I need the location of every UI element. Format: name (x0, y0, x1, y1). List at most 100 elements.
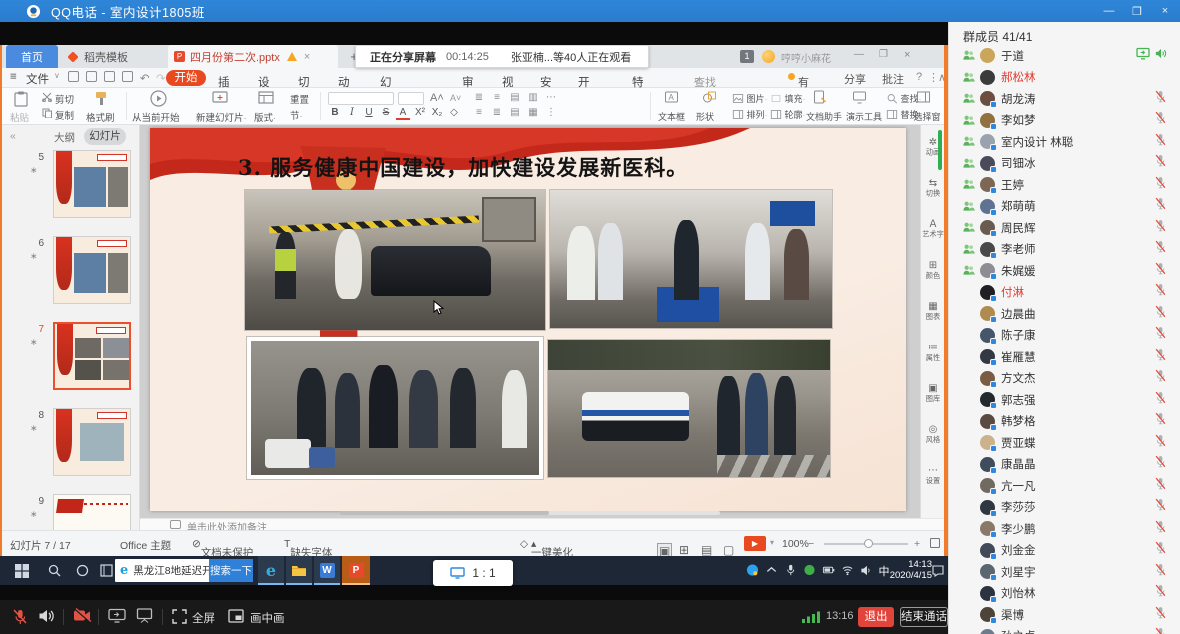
present-label[interactable]: 演示工具 (846, 110, 882, 123)
start-button[interactable] (6, 556, 38, 585)
cortana-icon[interactable] (68, 556, 96, 585)
mic-muted-icon[interactable] (12, 608, 28, 625)
redo-icon[interactable]: ↷ (156, 71, 166, 85)
member-row[interactable]: 渠博 (949, 604, 1180, 626)
member-row[interactable]: 刘怡林 (949, 583, 1180, 605)
zoom-out-icon[interactable]: − (808, 538, 814, 550)
mic-muted-icon[interactable] (1154, 262, 1167, 280)
fullscreen-icon[interactable] (172, 609, 187, 624)
speaker-icon[interactable] (38, 608, 55, 624)
member-row[interactable]: 边晨曲 (949, 303, 1180, 325)
member-row[interactable]: 韩梦格 (949, 411, 1180, 433)
quick-access-icons[interactable] (68, 71, 140, 83)
para-icon-bottom-2[interactable]: ▤ (508, 107, 522, 118)
side-tool-图表[interactable]: ▦图表 (921, 301, 944, 321)
member-row[interactable]: 王婷 (949, 174, 1180, 196)
missing-font-status[interactable]: T 缺失字体 (284, 538, 290, 550)
mic-muted-icon[interactable] (1154, 412, 1167, 430)
mic-muted-icon[interactable] (1154, 197, 1167, 215)
mic-muted-icon[interactable] (1154, 348, 1167, 366)
member-row[interactable]: 贾亚蝶 (949, 432, 1180, 454)
member-row[interactable]: 胡龙涛 (949, 88, 1180, 110)
cut-icon[interactable] (42, 92, 52, 102)
user-avatar[interactable] (762, 50, 775, 63)
member-row[interactable]: 陈子康 (949, 325, 1180, 347)
play-from-current-label[interactable]: 从当前开始 (132, 110, 180, 124)
pip-icon[interactable] (228, 609, 244, 623)
section-button[interactable]: 节· (290, 108, 303, 122)
quick-icon-3[interactable] (122, 71, 133, 82)
format-mark-I[interactable]: I (345, 107, 359, 118)
member-row[interactable]: 刘星宇 (949, 561, 1180, 583)
comment-button[interactable]: 批注 (882, 71, 904, 87)
format-painter-label[interactable]: 格式刷 (86, 110, 115, 124)
file-menu[interactable]: 文件 (26, 71, 49, 87)
play-dropdown-icon[interactable]: ▾ (770, 538, 774, 547)
quick-icon-2[interactable] (104, 71, 115, 82)
quick-icon-0[interactable] (68, 71, 79, 82)
format-mark-B[interactable]: B (328, 107, 342, 118)
member-row[interactable]: 孙之卓 (949, 626, 1180, 634)
member-row[interactable]: 司钿冰 (949, 153, 1180, 175)
mic-muted-icon[interactable] (1154, 563, 1167, 581)
para-icon-bottom-1[interactable]: ≣ (490, 107, 504, 118)
reset-button[interactable]: 重置 (290, 92, 309, 106)
current-slide[interactable]: 3. 服务健康中国建设，加快建设发展新医科。 (150, 128, 906, 511)
view-mode-2[interactable]: ▤ (701, 543, 712, 556)
copy-label[interactable]: 复制 (55, 108, 74, 122)
tray-green-icon[interactable] (801, 556, 818, 585)
taskbar-edge-app[interactable]: e (258, 556, 284, 585)
tray-speaker-icon[interactable] (858, 556, 875, 585)
mic-muted-icon[interactable] (1154, 133, 1167, 151)
cut-label[interactable]: 剪切 (55, 92, 74, 106)
protect-status[interactable]: ⊘ 文档未保护 (192, 538, 201, 550)
close-doc-icon[interactable]: × (304, 51, 310, 63)
view-mode-0[interactable]: ▣ (657, 543, 672, 556)
outline-tab[interactable]: 大纲 (54, 130, 75, 145)
tray-expand-icon[interactable] (763, 556, 780, 585)
tray-wifi-icon[interactable] (839, 556, 856, 585)
para-icon-top-3[interactable]: ▥ (526, 92, 540, 103)
restore-icon[interactable]: ❐ (1130, 5, 1144, 18)
side-tool-艺术字[interactable]: Ａ艺术字 (921, 219, 944, 239)
member-row[interactable]: 李老师 (949, 239, 1180, 261)
mic-muted-icon[interactable] (1154, 90, 1167, 108)
fit-slide-icon[interactable] (930, 538, 940, 548)
member-row[interactable]: 付淋 (949, 282, 1180, 304)
member-row[interactable]: 于道 (949, 45, 1180, 67)
qq-tray-icon[interactable] (744, 556, 761, 585)
taskbar-wps-app[interactable]: W (314, 556, 340, 585)
notes-bar[interactable]: 单击此处添加备注 (140, 518, 944, 530)
taskbar-presentation-app[interactable]: P (342, 556, 370, 585)
zoom-slider-knob[interactable] (864, 539, 873, 548)
play-from-current-icon[interactable] (150, 90, 167, 107)
slide-title[interactable]: 3. 服务健康中国建设，加快建设发展新医科。 (238, 152, 888, 182)
format-mark-◇[interactable]: ◇ (447, 107, 461, 118)
layout-label[interactable]: 版式· (254, 110, 276, 124)
mic-muted-icon[interactable] (1154, 498, 1167, 516)
collapse-ribbon-icon[interactable]: ∧ (938, 71, 944, 84)
member-row[interactable]: 崔雁慧 (949, 346, 1180, 368)
slide-thumbnail-9[interactable] (53, 494, 131, 530)
wps-minimize-icon[interactable]: — (854, 49, 864, 60)
exit-button[interactable]: 退出 (858, 607, 894, 627)
tab-document[interactable]: P 四月份第二次.pptx × (168, 45, 338, 68)
para-icon-bottom-0[interactable]: ≡ (472, 107, 486, 118)
mic-muted-icon[interactable] (1154, 455, 1167, 473)
format-painter-icon[interactable] (94, 91, 108, 106)
member-row[interactable]: 亢一凡 (949, 475, 1180, 497)
mic-muted-icon[interactable] (1154, 627, 1167, 634)
fullscreen-label[interactable]: 全屏 (192, 610, 215, 626)
help-icon[interactable]: ? (916, 71, 922, 83)
layout-icon[interactable] (258, 91, 274, 105)
format-mark-A[interactable]: A (396, 107, 410, 120)
member-row[interactable]: 李如梦 (949, 110, 1180, 132)
wps-restore-icon[interactable]: ❐ (879, 49, 888, 60)
mic-muted-icon[interactable] (1154, 176, 1167, 194)
tray-mic-icon[interactable] (782, 556, 799, 585)
vertical-scrollbar-thumb[interactable] (938, 130, 942, 170)
wps-close-icon[interactable]: × (904, 49, 910, 61)
dochelper-label[interactable]: 文档助手 (806, 110, 842, 123)
mic-muted-icon[interactable] (1154, 520, 1167, 538)
paste-icon[interactable] (12, 91, 30, 107)
